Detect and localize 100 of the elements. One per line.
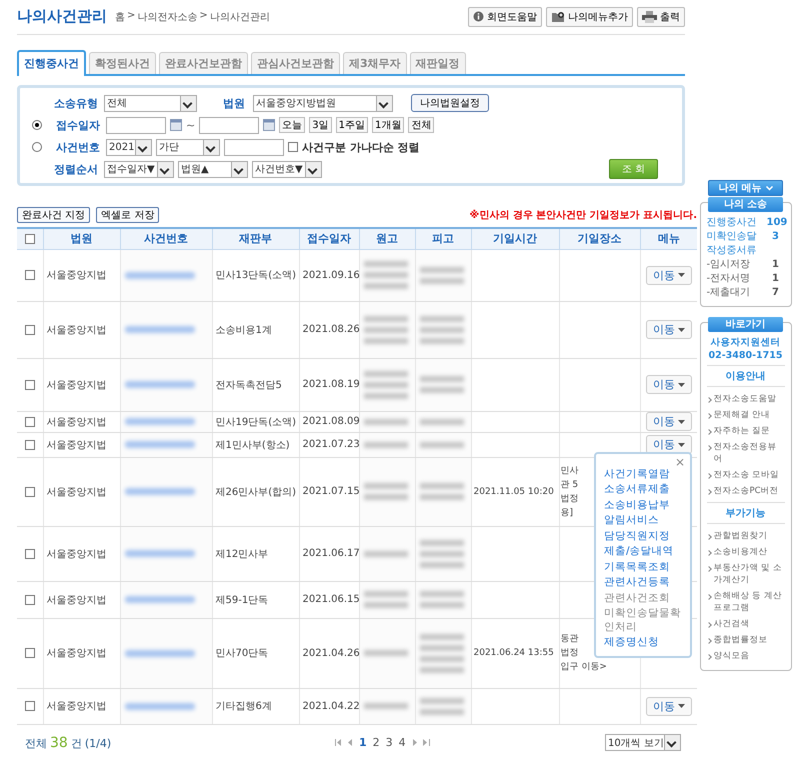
menu-item[interactable]: 알림서비스 bbox=[604, 514, 684, 528]
row-checkbox[interactable] bbox=[24, 270, 35, 280]
dropdown-icon bbox=[376, 96, 392, 111]
sidebar-link[interactable]: 미확인송달 bbox=[706, 230, 756, 244]
row-checkbox[interactable] bbox=[24, 440, 35, 450]
page-link[interactable]: 1 bbox=[359, 736, 367, 750]
next-page-icon[interactable] bbox=[412, 739, 417, 746]
sidebar-link[interactable]: 문제해결 안내 bbox=[714, 409, 770, 421]
page-link[interactable]: 2 bbox=[372, 736, 380, 750]
move-button[interactable]: 이동 bbox=[646, 435, 692, 454]
redacted-text bbox=[420, 483, 464, 490]
range-button[interactable]: 오늘 bbox=[279, 117, 306, 134]
redacted-text bbox=[364, 272, 408, 278]
my-menu-button[interactable]: 나의 메뉴 bbox=[708, 180, 783, 196]
sidebar-link[interactable]: 종합법률정보 bbox=[714, 634, 768, 646]
row-checkbox[interactable] bbox=[24, 648, 35, 658]
calendar-icon[interactable] bbox=[170, 119, 182, 132]
page-link[interactable]: 3 bbox=[386, 736, 393, 750]
header-button[interactable]: 회면도움말 bbox=[468, 6, 542, 27]
menu-item[interactable]: 관련사건조회 bbox=[604, 592, 684, 606]
court-settings-button[interactable]: 나의법원설정 bbox=[411, 94, 489, 112]
sidebar-link[interactable]: 양식모음 bbox=[714, 650, 750, 662]
header-button[interactable]: 출력 bbox=[637, 6, 685, 27]
year-select[interactable]: 2021 bbox=[106, 138, 152, 156]
header-button[interactable]: 나의메뉴추가 bbox=[546, 6, 633, 27]
sidebar-link[interactable]: -전자서명 bbox=[706, 272, 750, 286]
move-button[interactable]: 이동 bbox=[646, 375, 692, 394]
type-select[interactable]: 전체 bbox=[104, 94, 197, 112]
sort-select[interactable]: 접수일자▼ bbox=[104, 160, 174, 178]
move-button[interactable]: 이동 bbox=[646, 266, 692, 285]
table-cell: 소송비용1계 bbox=[212, 301, 299, 358]
tab[interactable]: 진행중사건 bbox=[17, 50, 86, 76]
row-checkbox[interactable] bbox=[24, 548, 35, 559]
table-cell: 제1민사부(항소) bbox=[212, 432, 299, 458]
sidebar-link[interactable]: -제출대기 bbox=[706, 286, 750, 300]
court-select[interactable]: 서울중앙지방법원 bbox=[253, 94, 393, 112]
sidebar-link[interactable]: 전자소송도움말 bbox=[714, 393, 776, 405]
case-number-field[interactable] bbox=[224, 138, 284, 156]
row-checkbox[interactable] bbox=[24, 380, 35, 390]
previous-page-icon[interactable] bbox=[348, 739, 353, 746]
redacted-case-number bbox=[124, 326, 194, 334]
first-page-icon[interactable] bbox=[335, 739, 342, 746]
sidebar-link[interactable]: 부동산가액 및 소가계산기 bbox=[714, 562, 784, 586]
tab[interactable]: 관심사건보관함 bbox=[251, 52, 340, 74]
menu-item[interactable]: 제증명신청 bbox=[604, 636, 684, 650]
action-button[interactable]: 엑셀로 저장 bbox=[96, 206, 160, 223]
sidebar-link[interactable]: 손해배상 등 계산 프로그램 bbox=[714, 590, 784, 614]
calendar-icon[interactable] bbox=[263, 119, 276, 132]
menu-item[interactable]: 기록목록조회 bbox=[604, 560, 684, 574]
row-checkbox[interactable] bbox=[24, 701, 35, 712]
sort-select[interactable]: 사건번호▼ bbox=[252, 160, 322, 178]
checkbox[interactable] bbox=[288, 142, 298, 152]
breadcrumb-item: 홈 bbox=[115, 10, 125, 24]
sidebar-link[interactable]: 작성중서류 bbox=[706, 244, 756, 258]
tab[interactable]: 확정된사건 bbox=[89, 52, 156, 74]
range-button[interactable]: 1주일 bbox=[336, 117, 368, 134]
row-checkbox[interactable] bbox=[24, 594, 35, 605]
count-text: 1 bbox=[771, 272, 780, 286]
sidebar-link[interactable]: 사건검색 bbox=[714, 618, 750, 630]
field-label: 정렬순서 bbox=[53, 162, 99, 177]
sidebar-link[interactable]: 전자소송전용뷰어 bbox=[714, 441, 784, 465]
sort-select[interactable]: 법원▲ bbox=[178, 160, 248, 178]
sidebar-link[interactable]: 소송비용계산 bbox=[714, 546, 768, 558]
case-type-select[interactable]: 가단 bbox=[156, 138, 220, 156]
menu-item[interactable]: 담당직원지정 bbox=[604, 530, 684, 544]
date-field[interactable] bbox=[106, 116, 166, 134]
tab[interactable]: 제3채무자 bbox=[343, 52, 407, 74]
move-button[interactable]: 이동 bbox=[646, 412, 692, 432]
row-checkbox[interactable] bbox=[24, 324, 35, 335]
sidebar-link[interactable]: 전자소송 모바일 bbox=[714, 469, 780, 481]
sidebar-link[interactable]: 관할법원찾기 bbox=[714, 530, 768, 542]
radio-button[interactable] bbox=[32, 142, 42, 152]
tab[interactable]: 완료사건보관함 bbox=[159, 52, 248, 74]
row-checkbox[interactable] bbox=[24, 486, 35, 497]
menu-item[interactable]: 사건기록열람 bbox=[604, 468, 684, 482]
action-button[interactable]: 완료사건 지정 bbox=[17, 206, 90, 223]
sidebar-link[interactable]: 진행중사건 bbox=[706, 216, 756, 230]
page-link[interactable]: 4 bbox=[398, 736, 406, 750]
menu-item[interactable]: 미확인송달물확인처리 bbox=[604, 607, 684, 634]
radio-button[interactable] bbox=[32, 120, 42, 130]
menu-item[interactable]: 소송비용납부 bbox=[604, 498, 684, 512]
range-button[interactable]: 3일 bbox=[309, 117, 332, 134]
sidebar-link[interactable]: 자주하는 질문 bbox=[714, 425, 770, 437]
move-button[interactable]: 이동 bbox=[646, 696, 692, 716]
redacted-text bbox=[364, 370, 408, 377]
sidebar-link[interactable]: 전자소송PC버전 bbox=[714, 485, 779, 497]
sidebar-link[interactable]: -임시저장 bbox=[706, 258, 750, 272]
menu-item[interactable]: 제출/송달내역 bbox=[604, 545, 684, 559]
menu-item[interactable]: 관련사건등록 bbox=[604, 576, 684, 590]
row-checkbox[interactable] bbox=[24, 416, 35, 427]
range-button[interactable]: 전체 bbox=[408, 117, 434, 134]
select-all-checkbox[interactable] bbox=[24, 234, 35, 244]
page-size-select[interactable]: 10개씩 보기 bbox=[605, 734, 681, 752]
menu-item[interactable]: 소송서류제출 bbox=[604, 483, 684, 497]
range-button[interactable]: 1개월 bbox=[372, 117, 404, 134]
close-button[interactable]: × bbox=[674, 454, 685, 469]
tab[interactable]: 재판일정 bbox=[410, 52, 466, 74]
move-button[interactable]: 이동 bbox=[646, 320, 692, 340]
date-field[interactable] bbox=[199, 116, 260, 134]
last-page-icon[interactable] bbox=[422, 739, 430, 746]
